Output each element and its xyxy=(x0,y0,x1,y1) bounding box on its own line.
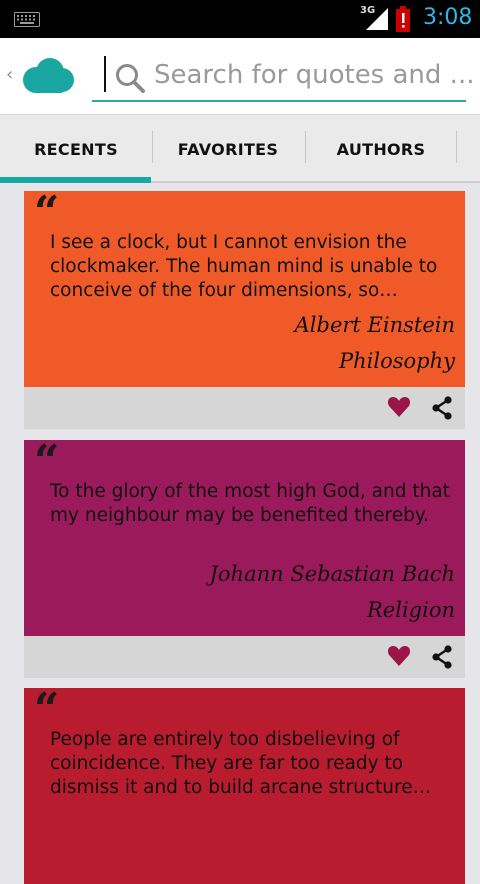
quote-text: People are entirely too disbelieving of … xyxy=(50,729,432,798)
selected-tab-indicator xyxy=(0,177,151,183)
quote-card-actions xyxy=(24,387,465,429)
keyboard-icon xyxy=(14,12,40,27)
quote-author: Albert Einstein xyxy=(294,313,455,337)
favorite-heart-icon[interactable] xyxy=(387,395,411,419)
quote-text: To the glory of the most high God, and t… xyxy=(50,481,450,526)
quote-category: Religion xyxy=(367,598,455,622)
quote-card-body[interactable]: “ I see a clock, but I cannot envision t… xyxy=(24,191,465,387)
quote-category: Philosophy xyxy=(339,349,455,373)
search-placeholder: Search for quotes and ... xyxy=(154,60,475,90)
search-input[interactable]: Search for quotes and ... xyxy=(92,50,474,102)
signal-icon xyxy=(366,8,388,30)
tab-divider xyxy=(456,131,457,163)
quote-text: I see a clock, but I cannot envision the… xyxy=(50,232,438,301)
tab-authors[interactable]: AUTHORS xyxy=(305,115,457,183)
quote-icon: “ xyxy=(34,187,60,238)
quote-card-actions xyxy=(24,636,465,678)
favorite-heart-icon[interactable] xyxy=(387,644,411,668)
status-clock: 3:08 xyxy=(423,5,473,30)
tab-bar: RECENTS FAVORITES AUTHORS xyxy=(0,114,480,183)
quote-card-body[interactable]: “ People are entirely too disbelieving o… xyxy=(24,688,465,884)
status-bar: 3G 3:08 xyxy=(0,0,480,38)
tab-favorites[interactable]: FAVORITES xyxy=(152,115,304,183)
share-icon[interactable] xyxy=(431,396,453,420)
share-icon[interactable] xyxy=(431,645,453,669)
action-bar: ‹ Search for quotes and ... xyxy=(0,38,480,114)
app-logo-cloud-icon[interactable] xyxy=(18,56,76,96)
quote-card-body[interactable]: “ To the glory of the most high God, and… xyxy=(24,440,465,636)
quote-icon: “ xyxy=(34,684,60,735)
text-cursor xyxy=(104,56,106,92)
quote-card[interactable]: “ People are entirely too disbelieving o… xyxy=(24,688,465,884)
battery-alert-icon xyxy=(396,6,410,32)
up-navigation-icon[interactable]: ‹ xyxy=(6,64,13,85)
tab-recents[interactable]: RECENTS xyxy=(0,115,152,183)
quote-card[interactable]: “ To the glory of the most high God, and… xyxy=(24,440,465,678)
quote-author: Johann Sebastian Bach xyxy=(209,562,456,586)
quote-card[interactable]: “ I see a clock, but I cannot envision t… xyxy=(24,191,465,429)
quote-icon: “ xyxy=(34,436,60,487)
search-icon xyxy=(116,64,145,93)
